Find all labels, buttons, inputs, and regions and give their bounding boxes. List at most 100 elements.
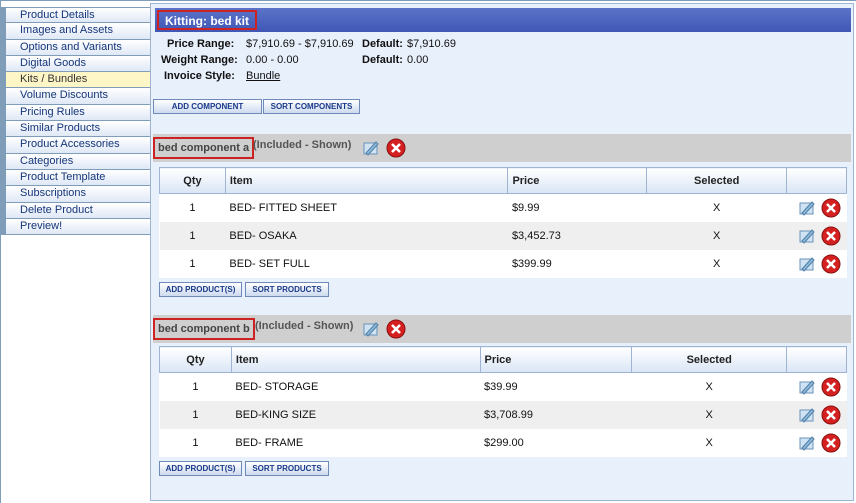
sort-products-button[interactable]: SORT PRODUCTS: [245, 461, 329, 476]
component-status: (Included - Shown): [253, 139, 352, 151]
table-row: 1 BED- STORAGE $39.99 X: [160, 373, 847, 401]
row-actions: [787, 194, 847, 222]
row-item: BED- FRAME: [235, 436, 304, 449]
column-header-price: Price: [479, 346, 633, 373]
delete-icon[interactable]: [821, 226, 841, 246]
add-products-button[interactable]: ADD PRODUCT(S): [159, 282, 242, 297]
sidebar-item-digital-goods[interactable]: Digital Goods: [1, 55, 151, 73]
invoice-style-row: Invoice Style: Bundle: [164, 70, 280, 82]
delete-icon[interactable]: [386, 319, 406, 339]
row-price: $399.99: [511, 257, 552, 270]
price-default-row: Default: $7,910.69: [362, 38, 456, 50]
edit-icon[interactable]: [797, 254, 817, 274]
weight-range-label: Weight Range:: [161, 54, 238, 66]
row-qty: 1: [192, 380, 199, 393]
table-row: 1 BED- FRAME $299.00 X: [160, 429, 847, 457]
row-actions: [787, 250, 847, 278]
edit-icon[interactable]: [797, 377, 817, 397]
weight-default-row: Default: 0.00: [362, 54, 428, 66]
row-qty: 1: [192, 436, 199, 449]
invoice-style-link[interactable]: Bundle: [246, 70, 280, 82]
table-header-row: Qty Item Price Selected: [159, 167, 847, 194]
delete-icon[interactable]: [821, 254, 841, 274]
price-default-label: Default:: [362, 38, 403, 50]
delete-icon[interactable]: [821, 377, 841, 397]
row-selected: X: [646, 221, 787, 250]
title-bar: Kitting: bed kit: [155, 8, 851, 32]
column-header-item: Item: [224, 167, 509, 194]
edit-icon[interactable]: [797, 405, 817, 425]
page-title: Kitting: bed kit: [157, 10, 257, 30]
sidebar-item-pricing-rules[interactable]: Pricing Rules: [1, 104, 151, 122]
table-row: 1 BED- OSAKA $3,452.73 X: [159, 221, 847, 250]
delete-icon[interactable]: [821, 198, 841, 218]
row-selected: X: [705, 436, 713, 449]
row-actions: [786, 400, 847, 429]
sidebar-item-volume-discounts[interactable]: Volume Discounts: [1, 88, 151, 105]
column-header-qty: Qty: [159, 167, 226, 194]
component-products-table: Qty Item Price Selected 1 BED- STORAGE $…: [159, 346, 847, 457]
edit-icon[interactable]: [797, 198, 817, 218]
edit-icon[interactable]: [361, 319, 381, 339]
sidebar-item-product-template[interactable]: Product Template: [1, 169, 151, 187]
row-selected: X: [631, 400, 787, 429]
table-row: 1 BED- SET FULL $399.99 X: [160, 250, 847, 278]
weight-range-value: 0.00 - 0.00: [246, 54, 299, 66]
row-item: BED- STORAGE: [235, 380, 319, 393]
row-qty: 1: [159, 400, 232, 429]
row-item: BED- SET FULL: [229, 257, 310, 270]
sidebar-item-images-and-assets[interactable]: Images and Assets: [1, 23, 151, 40]
row-actions: [787, 429, 847, 457]
row-price: $299.00: [484, 436, 524, 449]
delete-icon[interactable]: [821, 405, 841, 425]
invoice-style-label: Invoice Style:: [164, 70, 235, 82]
edit-icon[interactable]: [361, 138, 381, 158]
weight-default-label: Default:: [362, 54, 403, 66]
column-header-selected: Selected: [631, 346, 788, 373]
row-item: BED- FITTED SHEET: [229, 201, 337, 214]
row-price: $3,708.99: [480, 400, 632, 429]
component-name: bed component b: [153, 318, 255, 340]
sidebar-item-categories[interactable]: Categories: [1, 153, 151, 170]
sort-components-button[interactable]: SORT COMPONENTS: [263, 99, 360, 114]
sort-products-button[interactable]: SORT PRODUCTS: [245, 282, 329, 297]
price-range-label: Price Range:: [167, 38, 235, 50]
column-header-item: Item: [230, 346, 481, 373]
sidebar-item-subscriptions[interactable]: Subscriptions: [1, 186, 151, 203]
table-header-row: Qty Item Price Selected: [159, 346, 847, 373]
component-header: bed component a (Included - Shown): [153, 134, 851, 162]
row-price: $9.99: [511, 201, 540, 214]
column-header-actions: [786, 346, 847, 373]
sidebar-item-preview[interactable]: Preview!: [1, 218, 151, 236]
component-products-table: Qty Item Price Selected 1 BED- FITTED SH…: [159, 167, 847, 278]
add-products-button[interactable]: ADD PRODUCT(S): [159, 461, 242, 476]
sidebar-item-product-details[interactable]: Product Details: [1, 7, 151, 24]
row-actions: [787, 373, 847, 401]
column-header-price: Price: [507, 167, 648, 194]
sidebar-item-options-and-variants[interactable]: Options and Variants: [1, 39, 151, 56]
weight-default-value: 0.00: [407, 54, 429, 66]
table-row: 1 BED-KING SIZE $3,708.99 X: [159, 400, 847, 429]
component-name: bed component a: [153, 137, 255, 159]
add-component-button[interactable]: ADD COMPONENT: [153, 99, 262, 114]
sidebar-item-similar-products[interactable]: Similar Products: [1, 121, 151, 138]
delete-icon[interactable]: [386, 138, 406, 158]
sidebar-item-product-accessories[interactable]: Product Accessories: [1, 137, 151, 154]
sidebar-item-delete-product[interactable]: Delete Product: [1, 202, 151, 219]
edit-icon[interactable]: [797, 433, 817, 453]
row-qty: 1: [159, 221, 226, 250]
component-header: bed component b (Included - Shown): [153, 315, 851, 343]
delete-icon[interactable]: [821, 433, 841, 453]
main-panel: Kitting: bed kit Price Range: $7,910.69 -…: [150, 3, 854, 501]
row-item: BED-KING SIZE: [231, 400, 480, 429]
price-range-value: $7,910.69 - $7,910.69: [246, 38, 354, 50]
row-selected: X: [705, 380, 713, 393]
sidebar-nav: Product Details Images and Assets Option…: [1, 7, 151, 236]
edit-icon[interactable]: [797, 226, 817, 246]
row-selected: X: [713, 257, 721, 270]
component-status: (Included - Shown): [255, 320, 354, 332]
sidebar-item-kits-bundles[interactable]: Kits / Bundles: [1, 72, 151, 89]
row-item: BED- OSAKA: [225, 221, 508, 250]
row-qty: 1: [189, 257, 196, 270]
row-actions: [786, 221, 847, 250]
